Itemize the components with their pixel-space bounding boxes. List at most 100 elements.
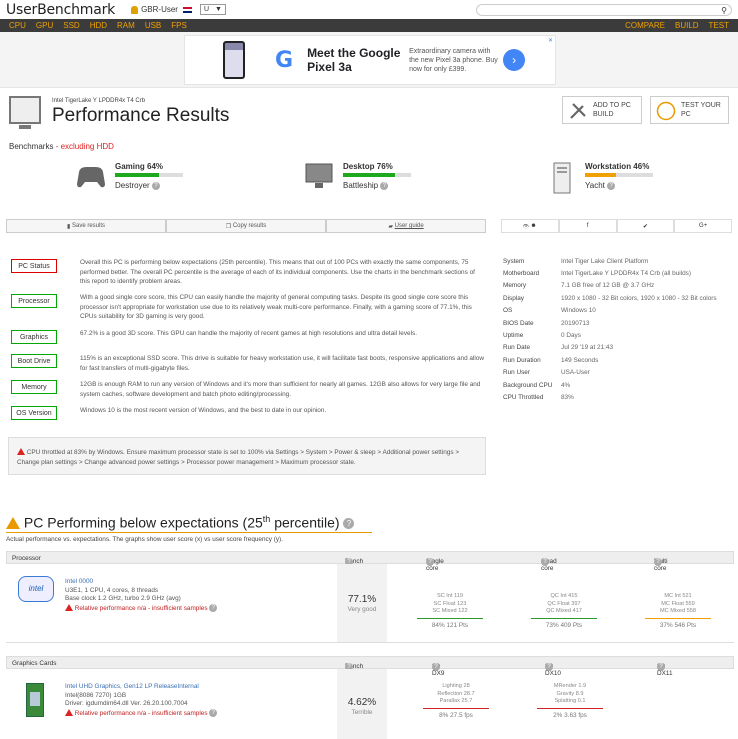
nav-test[interactable]: TEST [709, 21, 729, 30]
workstation-score: Workstation 46% [585, 162, 650, 171]
processor-relative-text: Relative performance n/a - insufficient … [74, 604, 208, 612]
sc-mixed: SC Mixed 122 [432, 608, 468, 615]
bookmark-icon: ▮ [67, 223, 71, 230]
single-core-scores: SC Int 119 SC Float 123 SC Mixed 122 84%… [400, 593, 500, 630]
spec-row: BIOS Date 20190713 [503, 317, 735, 329]
nav-gpu[interactable]: GPU [36, 21, 53, 30]
google-plus-share-button[interactable]: G+ [674, 219, 732, 233]
memory-tag[interactable]: Memory [11, 380, 57, 394]
nav-build[interactable]: BUILD [675, 21, 699, 30]
page-title: Performance Results [52, 105, 230, 126]
dx10-splatting: Splatting 0.1 [554, 698, 586, 705]
spec-value: Jul 29 '19 at 21:43 [561, 344, 614, 352]
boot-drive-text: 115% is an exceptional SSD score. This d… [80, 355, 484, 372]
spec-key: Motherboard [503, 270, 540, 278]
nav-usb[interactable]: USB [145, 21, 161, 30]
nav-ssd[interactable]: SSD [63, 21, 79, 30]
google-logo: G [275, 47, 294, 73]
performance-subtitle: Actual performance vs. expectations. The… [6, 536, 283, 543]
spec-row: Display 1920 x 1080 - 32 Bit colors, 1920… [503, 292, 735, 304]
search-input[interactable]: ⚲ [476, 4, 732, 16]
nav-compare[interactable]: COMPARE [625, 21, 665, 30]
processor-relative: Relative performance n/a - insufficient … [65, 603, 208, 612]
add-to-pc-build-button[interactable]: ADD TO PC BUILD [562, 96, 642, 124]
intel-cpu-icon: intel [18, 576, 54, 602]
user-menu[interactable]: GBR-User [131, 5, 192, 14]
ad-go-button[interactable]: › [503, 49, 526, 71]
ad-title[interactable]: Meet the Google Pixel 3a [307, 46, 407, 74]
help-icon[interactable]: ? [151, 181, 160, 190]
desktop-rank-label: Battleship [343, 181, 379, 190]
dx9-reflection: Reflection 28.7 [437, 690, 475, 697]
gamepad-icon [77, 167, 105, 188]
spec-value: 20190713 [561, 319, 590, 327]
nav-hdd[interactable]: HDD [90, 21, 107, 30]
copy-icon: ❐ [225, 223, 232, 230]
processor-tag[interactable]: Processor [11, 294, 57, 308]
throttle-warning: CPU throttled at 83% by Windows. Ensure … [8, 437, 486, 475]
copy-results-button[interactable]: ❐ Copy results [166, 219, 326, 233]
country-select-value: U [203, 6, 210, 13]
test-your-pc-label: TEST YOUR PC [681, 102, 721, 118]
pc-status-tag[interactable]: PC Status [11, 259, 57, 273]
ad-close-icon[interactable]: ✕ [548, 37, 553, 44]
nav-cpu[interactable]: CPU [9, 21, 26, 30]
graphics-tag[interactable]: Graphics [11, 330, 57, 344]
desktop-bar-fill [343, 173, 395, 177]
system-specs: System Intel Tiger Lake Client Platform Mo… [503, 255, 735, 404]
boot-drive-tag[interactable]: Boot Drive [11, 354, 57, 368]
heading-text: PC Performing below expectations (25 [23, 514, 263, 531]
multi-core-line [645, 617, 711, 620]
phone-image [223, 41, 245, 79]
pc-monitor-icon [9, 96, 41, 129]
country-select[interactable]: U ▼ [199, 4, 226, 15]
tower-icon [553, 162, 571, 194]
benchmarks-title: Benchmarks [9, 142, 54, 151]
spec-key: Background CPU [503, 381, 553, 389]
dx9-scores: Lighting 28 Reflection 28.7 Parallax 25.… [406, 683, 506, 720]
dx9-pct: 8% 27.5 fps [439, 712, 473, 720]
dx9-line [423, 707, 489, 710]
user-guide-button[interactable]: ▰ User guide [326, 219, 486, 233]
dx10-scores: MRender 1.9 Gravity 8.9 Splatting 0.1 2%… [520, 683, 620, 720]
desktop-bar [343, 173, 411, 177]
save-results-button[interactable]: ▮ Save results [6, 219, 166, 233]
qc-float: QC Float 397 [547, 600, 581, 607]
spec-value: USA-User [561, 369, 590, 377]
heading-underline [6, 532, 372, 533]
spec-key: Uptime [503, 332, 524, 340]
help-icon[interactable]: ? [607, 181, 616, 190]
graphics-name[interactable]: Intel UHD Graphics, Gen12 LP ReleaseInte… [65, 683, 199, 690]
benchmarks-label: Benchmarks - excluding HDD [9, 142, 114, 151]
help-icon[interactable]: ? [343, 518, 355, 530]
mc-float: MC Float 559 [661, 600, 695, 607]
benchmarks-note: - excluding HDD [53, 142, 114, 151]
nav-fps[interactable]: FPS [171, 21, 187, 30]
mc-int: MC Int 521 [664, 593, 692, 599]
qc-mixed: QC Mixed 417 [546, 608, 582, 615]
spec-value: Windows 10 [561, 307, 596, 315]
test-your-pc-button[interactable]: TEST YOUR PC [650, 96, 729, 124]
search-icon[interactable]: ⚲ [721, 6, 727, 15]
graphics-row: Intel UHD Graphics, Gen12 LP ReleaseInte… [6, 669, 734, 739]
facebook-share-button[interactable]: f [558, 219, 617, 233]
col-processor: Processor [12, 555, 41, 562]
help-icon[interactable]: ? [209, 709, 218, 718]
desktop-score: Desktop 76% [343, 162, 393, 171]
processor-text: With a good single core score, this CPU … [80, 294, 472, 320]
twitter-share-button[interactable]: ✔ [616, 219, 675, 233]
google-ad[interactable]: G Meet the Google Pixel 3a Extraordinary… [184, 35, 556, 85]
workstation-rank-label: Yacht [585, 181, 605, 190]
nav-ram[interactable]: RAM [117, 21, 135, 30]
help-icon[interactable]: ? [209, 604, 218, 613]
reddit-share-button[interactable]: ரூ ☻ [501, 219, 559, 233]
workstation-bar [585, 173, 653, 177]
dx10-line [537, 707, 603, 710]
spec-value: 0 Days [561, 332, 581, 340]
site-logo[interactable]: UserBenchmark [6, 2, 115, 18]
uk-flag-icon [182, 6, 192, 13]
os-version-tag[interactable]: OS Version [11, 406, 57, 420]
help-icon[interactable]: ? [380, 181, 389, 190]
add-to-pc-label: ADD TO PC BUILD [593, 102, 631, 118]
processor-name[interactable]: Intel 0000 [65, 578, 93, 585]
